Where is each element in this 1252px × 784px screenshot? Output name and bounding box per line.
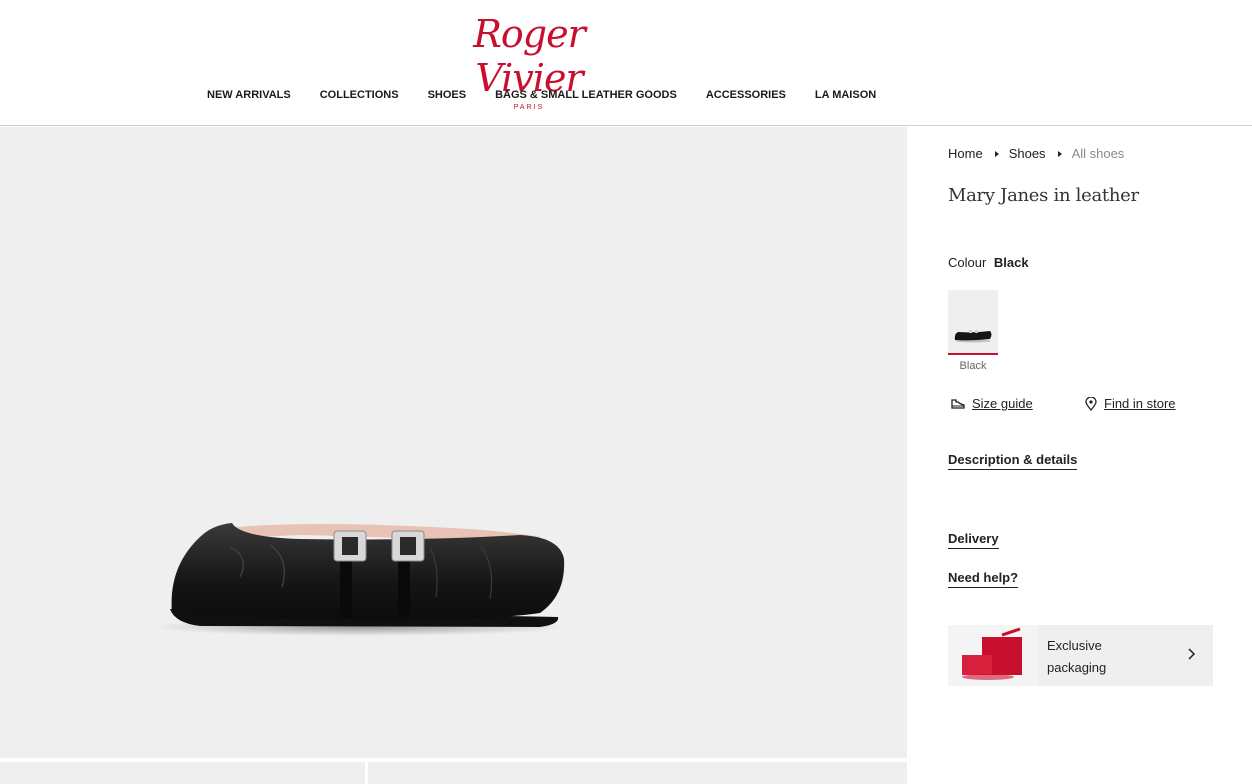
location-pin-icon [1085,396,1097,411]
thumbnail-image[interactable] [0,762,365,784]
nav-item-bags[interactable]: BAGS & SMALL LEATHER GOODS [495,89,677,103]
size-guide-link[interactable]: Size guide [950,396,1033,411]
brand-logo[interactable]: Roger Vivier PARIS [440,12,618,111]
shoe-icon [951,398,965,409]
size-guide-label: Size guide [972,396,1033,411]
caret-right-icon [994,150,999,157]
thumbnail-strip [0,762,907,784]
site-header: Roger Vivier PARIS NEW ARRIVALS COLLECTI… [0,0,1252,126]
breadcrumb-shoes[interactable]: Shoes [1009,146,1046,161]
find-in-store-label: Find in store [1104,396,1176,411]
nav-item-collections[interactable]: COLLECTIONS [320,89,399,103]
breadcrumb-home[interactable]: Home [948,146,983,161]
colour-label: Colour [948,255,987,270]
product-image [150,523,570,636]
nav-item-shoes[interactable]: SHOES [428,89,467,103]
product-image-gallery[interactable] [0,127,907,758]
thumbnail-image[interactable] [368,762,907,784]
product-title: Mary Janes in leather [948,185,1139,206]
breadcrumb-all-shoes: All shoes [1071,146,1125,161]
nav-item-accessories[interactable]: ACCESSORIES [706,89,786,103]
colour-swatch-black[interactable] [948,290,998,355]
find-in-store-link[interactable]: Find in store [1084,396,1176,411]
need-help-toggle[interactable]: Need help? [948,570,1019,588]
brand-logo-text: Roger Vivier [473,12,585,100]
swatch-shoe-image [954,330,992,343]
product-info-panel: Home Shoes All shoes Mary Janes in leath… [948,127,1218,784]
delivery-toggle[interactable]: Delivery [948,531,999,549]
utility-links: Size guide Find in store [948,396,1218,414]
colour-value: Black [993,255,1029,270]
nav-item-la-maison[interactable]: LA MAISON [815,89,876,103]
description-details-toggle[interactable]: Description & details [948,452,1078,470]
promo-text: Exclusive packaging [1047,638,1107,675]
swatch-label: Black [959,360,987,372]
caret-right-icon [1057,150,1062,157]
main-nav: NEW ARRIVALS COLLECTIONS SHOES BAGS & SM… [207,89,905,103]
colour-row: Colour Black [948,255,1029,270]
exclusive-packaging-card[interactable]: Exclusive packaging [948,625,1213,686]
chevron-right-icon [1188,648,1196,660]
breadcrumb: Home Shoes All shoes [948,146,1124,161]
packaging-image [948,625,1038,686]
nav-item-new-arrivals[interactable]: NEW ARRIVALS [207,89,291,103]
brand-logo-sub: PARIS [513,104,545,111]
